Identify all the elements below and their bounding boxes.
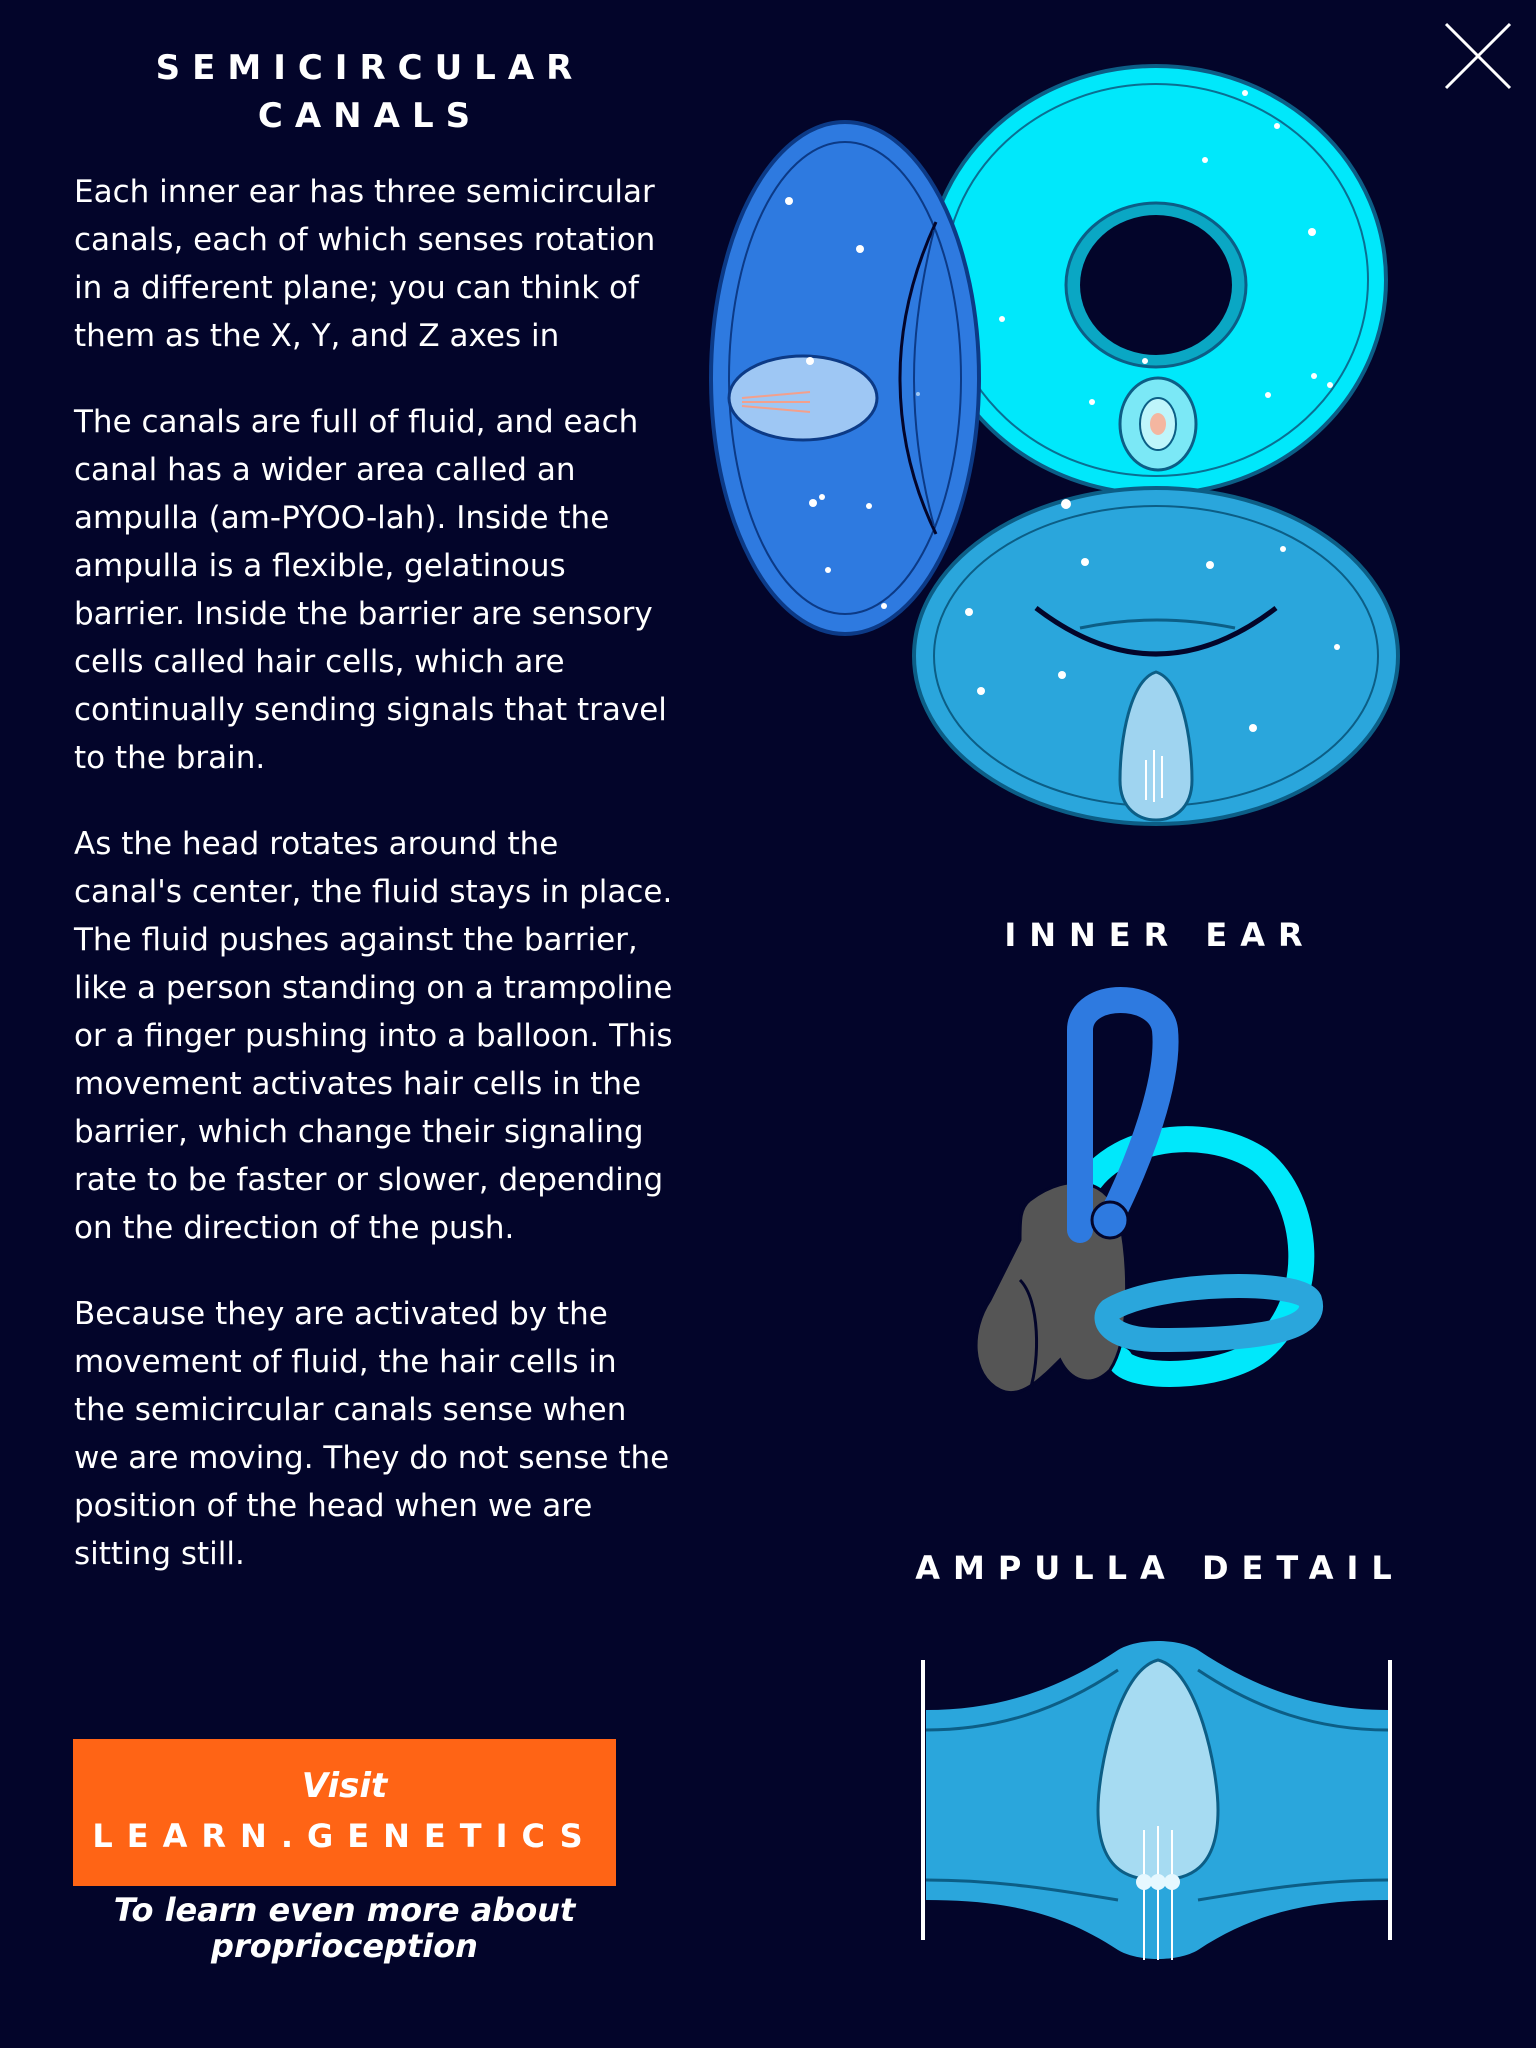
cta-visit-label: Visit <box>301 1766 388 1806</box>
visit-learn-genetics-button[interactable]: Visit LEARN.GENETICS <box>73 1739 616 1886</box>
ampulla-detail-illustration <box>921 1641 1392 1960</box>
article-body: Each inner ear has three semicircular ca… <box>74 168 674 1616</box>
page-title: SEMICIRCULAR CANALS <box>60 44 680 140</box>
inner-ear-illustration <box>974 987 1323 1395</box>
vertical-canal <box>709 120 981 636</box>
cta-subtitle: To learn even more about proprioception <box>73 1892 616 1964</box>
cta-subtitle-line-2: proprioception <box>211 1927 478 1965</box>
paragraph-4: Because they are activated by the moveme… <box>74 1296 670 1572</box>
cta-site-label: LEARN.GENETICS <box>92 1817 597 1855</box>
cta-subtitle-line-1: To learn even more about <box>113 1891 576 1929</box>
ampulla-detail-label: AMPULLA DETAIL <box>915 1549 1405 1587</box>
semicircular-canals-illustration <box>709 64 1400 826</box>
paragraph-1: Each inner ear has three semicircular ca… <box>74 174 656 354</box>
title-line-1: SEMICIRCULAR <box>155 48 585 88</box>
paragraph-2: The canals are full of fluid, and each c… <box>74 404 667 776</box>
inner-ear-label: INNER EAR <box>1004 916 1316 954</box>
cyan-canal <box>924 64 1388 496</box>
horizontal-canal <box>912 486 1400 826</box>
paragraph-3: As the head rotates around the canal's c… <box>74 826 673 1246</box>
title-line-2: CANALS <box>257 96 483 136</box>
close-icon[interactable] <box>1440 18 1516 94</box>
